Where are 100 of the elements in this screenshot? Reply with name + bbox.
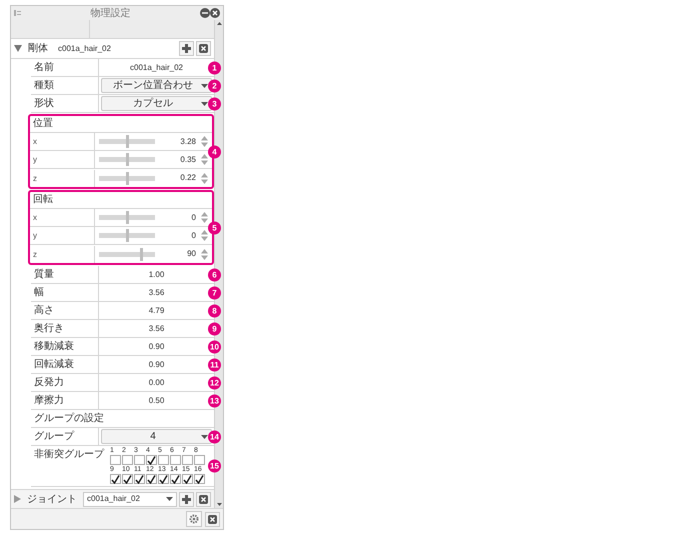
checkbox[interactable] — [170, 474, 181, 484]
axis-label: z — [30, 170, 95, 186]
property-value: 4.79 — [148, 305, 166, 317]
check-icon — [147, 456, 156, 464]
add-button[interactable] — [179, 41, 194, 56]
window-title: 物理設定 — [90, 6, 132, 20]
rigid-body-name: c001a_hair_02 — [58, 42, 112, 54]
delete-button[interactable] — [196, 492, 211, 506]
scroll-down-icon[interactable] — [216, 503, 222, 506]
section-label: ジョイント — [27, 492, 78, 506]
checkbox[interactable] — [194, 474, 205, 484]
axis-label: y — [30, 227, 95, 244]
checkbox[interactable] — [110, 474, 121, 484]
property-value: c001a_hair_02 — [129, 62, 184, 74]
axis-value: 0.35 — [179, 154, 197, 166]
axis-label: x — [30, 133, 95, 150]
joint-dropdown[interactable]: c001a_hair_02 — [83, 492, 177, 506]
callout-number: 13 — [208, 394, 221, 407]
property-label: 種類 — [31, 77, 99, 94]
axis-value: 90 — [186, 248, 197, 260]
checkbox[interactable] — [194, 455, 205, 465]
checkbox[interactable] — [134, 455, 145, 465]
property-label: 非衝突グループ — [33, 448, 106, 462]
property-label: 移動減衰 — [31, 338, 99, 355]
spinner-icon[interactable] — [201, 230, 208, 241]
plus-icon — [182, 494, 191, 504]
caret-icon — [201, 102, 208, 106]
callout-number: 7 — [208, 286, 221, 299]
slider-thumb[interactable] — [126, 153, 128, 166]
checkbox[interactable] — [182, 474, 193, 484]
spinner-icon[interactable] — [201, 172, 208, 184]
close-icon — [199, 44, 208, 53]
checkbox[interactable] — [146, 474, 157, 484]
checkbox[interactable] — [182, 455, 193, 465]
slider-thumb[interactable] — [140, 248, 144, 260]
group-label: 位置 — [32, 116, 54, 131]
slider-thumb[interactable] — [126, 172, 128, 184]
section-label: グループの設定 — [33, 412, 105, 426]
settings-icon — [189, 514, 199, 524]
caret-icon — [201, 434, 208, 438]
checkbox[interactable] — [122, 455, 133, 465]
close-icon[interactable] — [210, 8, 220, 18]
spinner-icon[interactable] — [201, 248, 208, 260]
checkbox[interactable] — [122, 474, 133, 484]
property-label: 質量 — [31, 266, 99, 283]
group-label: 回転 — [32, 193, 54, 207]
checkbox[interactable] — [158, 455, 169, 465]
grip-icon[interactable] — [14, 10, 21, 16]
scroll-up-icon[interactable] — [216, 22, 222, 25]
caret-icon — [166, 497, 173, 501]
spinner-icon[interactable] — [201, 154, 208, 165]
property-label: 回転減衰 — [31, 356, 99, 373]
callout-number: 4 — [208, 145, 221, 158]
settings-button[interactable] — [186, 511, 202, 527]
callout-number: 1 — [208, 61, 221, 74]
callout-number: 5 — [208, 221, 221, 234]
callout-number: 6 — [208, 268, 221, 281]
property-value: 1.00 — [148, 269, 166, 281]
callout-number: 15 — [208, 460, 221, 472]
property-label: 奥行き — [31, 320, 99, 337]
property-label: 摩擦力 — [31, 392, 99, 409]
callout-number: 9 — [208, 322, 221, 335]
add-button[interactable] — [179, 492, 194, 506]
collapse-triangle-icon[interactable] — [14, 495, 21, 503]
spinner-icon[interactable] — [201, 136, 208, 147]
checkbox[interactable] — [146, 455, 157, 465]
dropdown[interactable]: 4 — [101, 429, 212, 444]
checkbox[interactable] — [170, 455, 181, 465]
caret-icon — [201, 84, 208, 88]
axis-value: 0 — [190, 230, 197, 242]
callout-number: 12 — [208, 376, 221, 389]
close-icon — [199, 494, 208, 504]
axis-label: x — [30, 209, 95, 226]
checkbox[interactable] — [134, 474, 145, 484]
axis-value: 0 — [190, 212, 197, 224]
dropdown[interactable]: カプセル — [101, 96, 212, 111]
axis-value: 3.28 — [179, 136, 197, 148]
dropdown[interactable]: ボーン位置合わせ — [101, 78, 212, 93]
callout-number: 8 — [208, 304, 221, 317]
axis-value: 0.22 — [179, 172, 197, 184]
section-label: 剛体 — [28, 42, 48, 56]
property-label: 反発力 — [31, 374, 99, 391]
property-value: 3.56 — [148, 323, 166, 335]
expand-triangle-icon[interactable] — [14, 45, 22, 52]
checkbox[interactable] — [158, 474, 169, 484]
plus-icon — [182, 44, 191, 53]
delete-button[interactable] — [196, 41, 211, 56]
delete-button[interactable] — [205, 512, 220, 526]
close-icon — [208, 514, 217, 524]
property-label: グループ — [31, 428, 99, 445]
slider-thumb[interactable] — [126, 135, 128, 148]
callout-number: 11 — [208, 358, 221, 371]
callout-number: 10 — [208, 340, 221, 353]
minimize-icon[interactable] — [200, 8, 210, 18]
slider-thumb[interactable] — [126, 229, 128, 242]
spinner-icon[interactable] — [201, 212, 208, 223]
axis-label: z — [30, 246, 95, 262]
property-label: 高さ — [31, 302, 99, 319]
checkbox[interactable] — [110, 455, 121, 465]
slider-thumb[interactable] — [126, 211, 128, 224]
